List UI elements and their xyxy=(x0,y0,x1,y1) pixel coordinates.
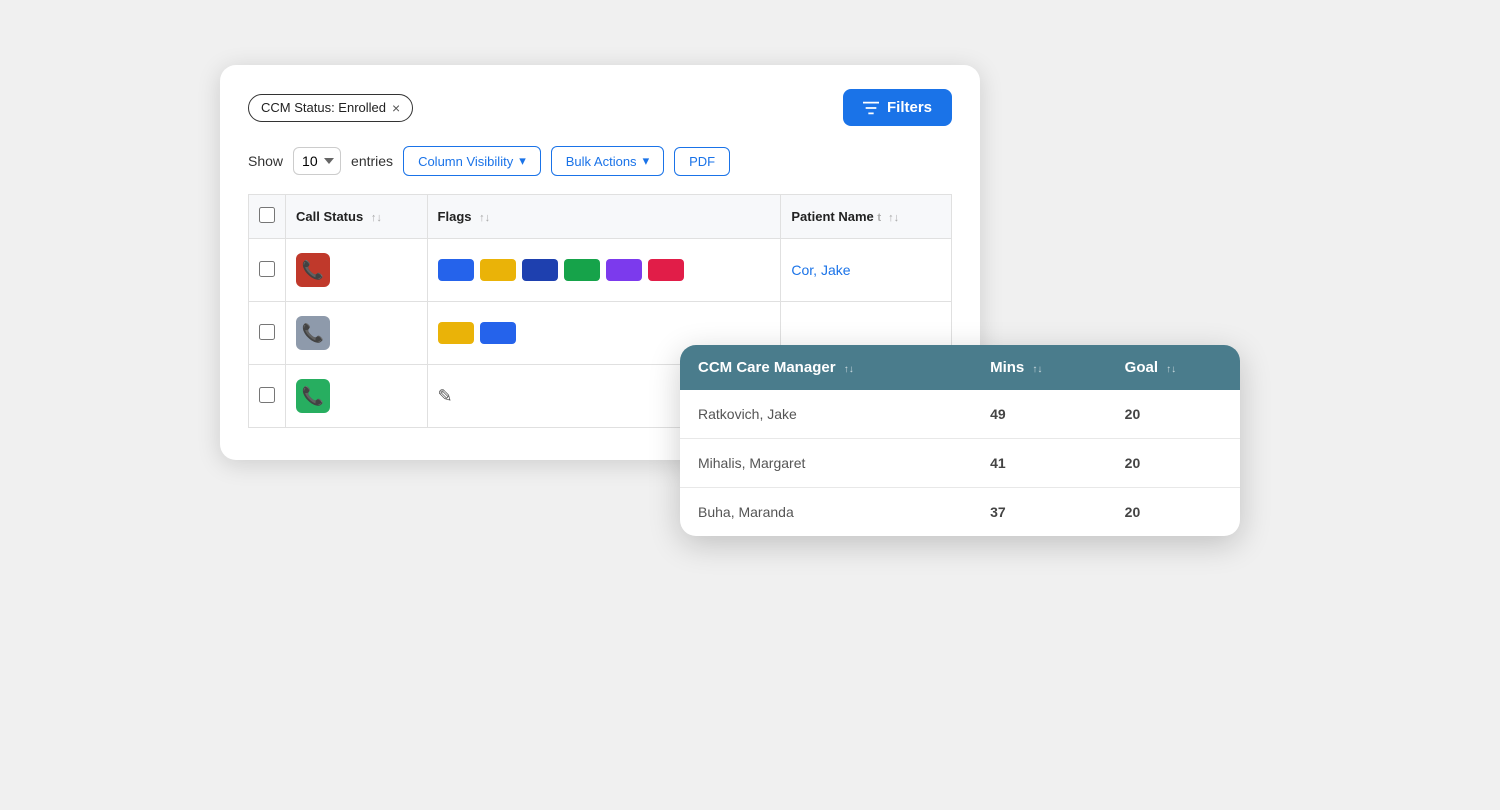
header-patient-name-label: Patient Name xyxy=(791,209,873,224)
goal-value-2: 20 xyxy=(1107,439,1240,488)
filter-chip-close[interactable]: × xyxy=(392,100,400,116)
controls-row: Show 10 25 50 entries Column Visibility … xyxy=(248,146,952,176)
header-flags: Flags ↑↓ xyxy=(427,195,781,239)
flag-badge xyxy=(522,259,558,281)
row1-flags-cell xyxy=(438,259,771,281)
row3-checkbox[interactable] xyxy=(259,387,275,403)
pdf-button[interactable]: PDF xyxy=(674,147,730,176)
entries-label: entries xyxy=(351,153,393,169)
header-checkbox-cell xyxy=(249,195,286,239)
secondary-header-manager-label: CCM Care Manager xyxy=(698,359,836,376)
sort-flags-icon[interactable]: ↑↓ xyxy=(479,212,490,224)
table-row: 📞 Cor, Jake xyxy=(249,239,952,302)
row2-checkbox-cell xyxy=(249,302,286,365)
sort-patient-name-icon[interactable]: ↑↓ xyxy=(888,212,899,224)
flag-badge xyxy=(606,259,642,281)
row1-checkbox[interactable] xyxy=(259,261,275,277)
header-call-status: Call Status ↑↓ xyxy=(286,195,428,239)
mins-value-3: 37 xyxy=(972,488,1107,537)
secondary-table: CCM Care Manager ↑↓ Mins ↑↓ Goal ↑↓ Ratk… xyxy=(680,345,1240,536)
row1-status-icon: 📞 xyxy=(296,253,330,287)
flag-badge xyxy=(564,259,600,281)
row2-flags-cell xyxy=(438,322,771,344)
filter-chip-label: CCM Status: Enrolled xyxy=(261,100,386,115)
manager-name-1: Ratkovich, Jake xyxy=(680,390,972,439)
row1-checkbox-cell xyxy=(249,239,286,302)
secondary-table-row: Buha, Maranda 37 20 xyxy=(680,488,1240,537)
sort-manager-icon[interactable]: ↑↓ xyxy=(844,364,854,375)
flag-badge xyxy=(480,259,516,281)
mins-value-2: 41 xyxy=(972,439,1107,488)
secondary-header-row: CCM Care Manager ↑↓ Mins ↑↓ Goal ↑↓ xyxy=(680,345,1240,390)
row1-patient-name: Cor, Jake xyxy=(781,239,952,302)
select-all-checkbox[interactable] xyxy=(259,207,275,223)
sort-mins-icon[interactable]: ↑↓ xyxy=(1032,364,1042,375)
top-row: CCM Status: Enrolled × Filters xyxy=(248,89,952,126)
filters-button[interactable]: Filters xyxy=(843,89,952,126)
row2-status-icon: 📞 xyxy=(296,316,330,350)
filter-icon xyxy=(863,101,879,115)
row1-flags xyxy=(427,239,781,302)
secondary-card: CCM Care Manager ↑↓ Mins ↑↓ Goal ↑↓ Ratk… xyxy=(680,345,1240,536)
goal-value-1: 20 xyxy=(1107,390,1240,439)
row1-call-status: 📞 xyxy=(286,239,428,302)
header-patient-name-extra: t xyxy=(877,212,884,224)
row3-call-status: 📞 xyxy=(286,365,428,428)
flag-badge xyxy=(438,322,474,344)
secondary-header-manager: CCM Care Manager ↑↓ xyxy=(680,345,972,390)
row1-patient-name-link[interactable]: Cor, Jake xyxy=(791,262,850,278)
secondary-header-goal: Goal ↑↓ xyxy=(1107,345,1240,390)
column-visibility-button[interactable]: Column Visibility ▾ xyxy=(403,146,541,176)
secondary-header-mins: Mins ↑↓ xyxy=(972,345,1107,390)
secondary-table-row: Mihalis, Margaret 41 20 xyxy=(680,439,1240,488)
mins-value-1: 49 xyxy=(972,390,1107,439)
sort-goal-icon[interactable]: ↑↓ xyxy=(1166,364,1176,375)
row3-status-icon: 📞 xyxy=(296,379,330,413)
filters-button-label: Filters xyxy=(887,99,932,116)
table-header-row: Call Status ↑↓ Flags ↑↓ Patient Name t ↑… xyxy=(249,195,952,239)
row2-call-status: 📞 xyxy=(286,302,428,365)
flag-badge xyxy=(480,322,516,344)
row3-checkbox-cell xyxy=(249,365,286,428)
show-label: Show xyxy=(248,153,283,169)
bulk-actions-chevron: ▾ xyxy=(643,153,650,169)
secondary-header-mins-label: Mins xyxy=(990,359,1024,376)
flag-badge xyxy=(438,259,474,281)
bulk-actions-label: Bulk Actions xyxy=(566,154,637,169)
column-visibility-label: Column Visibility xyxy=(418,154,513,169)
filter-chip[interactable]: CCM Status: Enrolled × xyxy=(248,94,413,122)
manager-name-3: Buha, Maranda xyxy=(680,488,972,537)
manager-name-2: Mihalis, Margaret xyxy=(680,439,972,488)
entries-select[interactable]: 10 25 50 xyxy=(293,147,341,175)
secondary-table-row: Ratkovich, Jake 49 20 xyxy=(680,390,1240,439)
header-flags-label: Flags xyxy=(438,209,472,224)
row2-checkbox[interactable] xyxy=(259,324,275,340)
flag-badge xyxy=(648,259,684,281)
secondary-header-goal-label: Goal xyxy=(1125,359,1158,376)
goal-value-3: 20 xyxy=(1107,488,1240,537)
pdf-label: PDF xyxy=(689,154,715,169)
header-patient-name: Patient Name t ↑↓ xyxy=(781,195,952,239)
header-call-status-label: Call Status xyxy=(296,209,363,224)
column-visibility-chevron: ▾ xyxy=(519,153,526,169)
row3-edit-icon[interactable]: ✎ xyxy=(438,386,453,406)
bulk-actions-button[interactable]: Bulk Actions ▾ xyxy=(551,146,664,176)
sort-call-status-icon[interactable]: ↑↓ xyxy=(371,212,382,224)
